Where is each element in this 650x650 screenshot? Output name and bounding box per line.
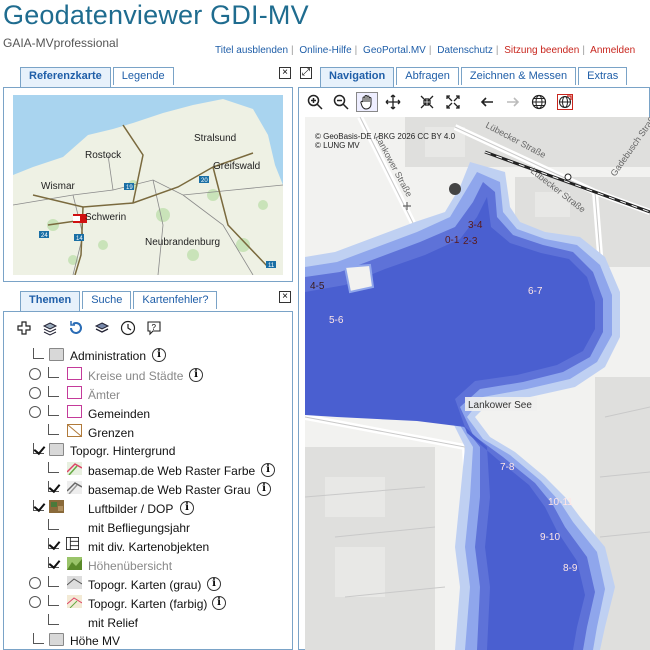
polygon-legend-icon — [67, 386, 82, 399]
tree-label-basemap-grau[interactable]: basemap.de Web Raster Grau — [88, 483, 251, 497]
tab-abfragen[interactable]: Abfragen — [396, 67, 459, 85]
basemap-grey-icon — [67, 481, 82, 494]
info-icon[interactable]: i — [257, 482, 271, 496]
boundary-legend-icon — [67, 424, 82, 437]
expand-map-icon[interactable]: ⤢ — [300, 67, 312, 79]
tree-checkbox-checked[interactable] — [33, 500, 44, 511]
zoom-in-arrows-icon[interactable] — [416, 92, 438, 112]
tree-label-kreise-und-staedte[interactable]: Kreise und Städte — [88, 369, 183, 383]
depth-label: 0-1 — [445, 235, 460, 246]
tree-label-basemap-farbe[interactable]: basemap.de Web Raster Farbe — [88, 464, 255, 478]
theme-tree: Administration i Kreise und Städte i Ämt… — [0, 0, 300, 650]
link-online-hilfe[interactable]: Online-Hilfe — [299, 45, 351, 56]
tree-label-topo-farbig[interactable]: Topogr. Karten (farbig) — [88, 597, 207, 611]
tab-navigation[interactable]: Navigation — [320, 67, 395, 87]
move-icon[interactable] — [382, 92, 404, 112]
road-node-icon — [564, 173, 572, 181]
folder-icon — [49, 633, 64, 646]
polygon-legend-icon — [67, 367, 82, 380]
tree-label-hoehenuebersicht[interactable]: Höhenübersicht — [88, 559, 172, 573]
depth-label: 8-9 — [563, 563, 578, 574]
depth-label: 10-11 — [548, 497, 573, 508]
tree-checkbox-checked[interactable] — [33, 443, 44, 454]
tree-checkbox[interactable] — [48, 424, 59, 435]
poi-marker-icon[interactable] — [449, 183, 461, 195]
depth-label: 5-6 — [329, 315, 344, 326]
depth-label: 9-10 — [540, 532, 560, 543]
radio-topo-grau[interactable] — [29, 577, 41, 589]
radio-kreise[interactable] — [29, 368, 41, 380]
basemap-color-icon — [67, 462, 82, 475]
tree-expander[interactable] — [33, 348, 44, 359]
tree-label-gemeinden[interactable]: Gemeinden — [88, 407, 150, 421]
tree-label-luftbilder[interactable]: Luftbilder / DOP — [88, 502, 173, 516]
link-datenschutz[interactable]: Datenschutz — [437, 45, 493, 56]
info-icon[interactable]: i — [212, 596, 226, 610]
navigation-toolbar — [304, 92, 580, 112]
topo-color-icon — [67, 595, 82, 608]
folder-icon — [49, 348, 64, 361]
map-tabbar: Navigation Abfragen Zeichnen & Messen Ex… — [320, 67, 628, 87]
back-arrow-icon[interactable] — [476, 92, 498, 112]
main-map[interactable]: © GeoBasis-DE / BKG 2026 CC BY 4.0 © LUN… — [305, 117, 650, 650]
aerial-photo-icon — [49, 500, 64, 513]
depth-label: 6-7 — [528, 286, 543, 297]
tree-checkbox[interactable] — [48, 405, 59, 416]
map-copyright-lung: © LUNG MV — [315, 141, 360, 150]
tree-checkbox[interactable] — [48, 367, 59, 378]
tree-label-topogr-hintergrund[interactable]: Topogr. Hintergrund — [70, 444, 175, 458]
depth-label: 7-8 — [500, 462, 515, 473]
info-icon[interactable]: i — [207, 577, 221, 591]
link-anmelden[interactable]: Anmelden — [590, 45, 635, 56]
tree-checkbox[interactable] — [48, 462, 59, 473]
tree-label-administration[interactable]: Administration — [70, 349, 146, 363]
forward-arrow-icon[interactable] — [502, 92, 524, 112]
link-geoportal[interactable]: GeoPortal.MV — [363, 45, 426, 56]
tree-label-grenzen[interactable]: Grenzen — [88, 426, 134, 440]
tree-checkbox[interactable] — [48, 576, 59, 587]
tree-checkbox-checked[interactable] — [48, 538, 59, 549]
elevation-icon — [67, 557, 82, 570]
zoom-out-arrows-icon[interactable] — [442, 92, 464, 112]
info-icon[interactable]: i — [189, 368, 203, 382]
radio-aemter[interactable] — [29, 387, 41, 399]
tab-zeichnen-messen[interactable]: Zeichnen & Messen — [460, 67, 577, 85]
tree-checkbox-checked[interactable] — [48, 481, 59, 492]
depth-label: 3-4 — [468, 220, 483, 231]
pan-hand-icon[interactable] — [356, 92, 378, 112]
link-sitzung-beenden[interactable]: Sitzung beenden — [504, 45, 579, 56]
tree-checkbox[interactable] — [48, 386, 59, 397]
depth-label: 4-5 — [310, 281, 325, 292]
info-icon[interactable]: i — [152, 348, 166, 362]
tree-checkbox[interactable] — [48, 614, 59, 625]
topo-grey-icon — [67, 576, 82, 589]
tree-expander[interactable] — [33, 633, 44, 644]
tree-checkbox[interactable] — [48, 519, 59, 530]
zoom-in-icon[interactable] — [304, 92, 326, 112]
tree-checkbox[interactable] — [48, 595, 59, 606]
globe-icon[interactable] — [528, 92, 550, 112]
map-label-lake: Lankower See — [468, 400, 532, 411]
tree-label-hoehe-mv[interactable]: Höhe MV — [70, 634, 120, 648]
depth-label: 2-3 — [463, 236, 478, 247]
tree-label-kartenobjekte[interactable]: mit div. Kartenobjekten — [88, 540, 209, 554]
tree-label-befliegungsjahr[interactable]: mit Befliegungsjahr — [88, 521, 190, 535]
map-objects-icon — [66, 537, 79, 550]
tree-label-aemter[interactable]: Ämter — [88, 388, 120, 402]
polygon-legend-icon — [67, 405, 82, 418]
tree-label-topo-grau[interactable]: Topogr. Karten (grau) — [88, 578, 201, 592]
globe-locate-icon[interactable] — [554, 92, 576, 112]
info-icon[interactable]: i — [261, 463, 275, 477]
zoom-out-icon[interactable] — [330, 92, 352, 112]
radio-gemeinden[interactable] — [29, 406, 41, 418]
tree-label-relief[interactable]: mit Relief — [88, 616, 138, 630]
info-icon[interactable]: i — [180, 501, 194, 515]
tree-checkbox-checked[interactable] — [48, 557, 59, 568]
radio-topo-farbig[interactable] — [29, 596, 41, 608]
folder-icon — [49, 443, 64, 456]
tab-extras[interactable]: Extras — [578, 67, 628, 85]
